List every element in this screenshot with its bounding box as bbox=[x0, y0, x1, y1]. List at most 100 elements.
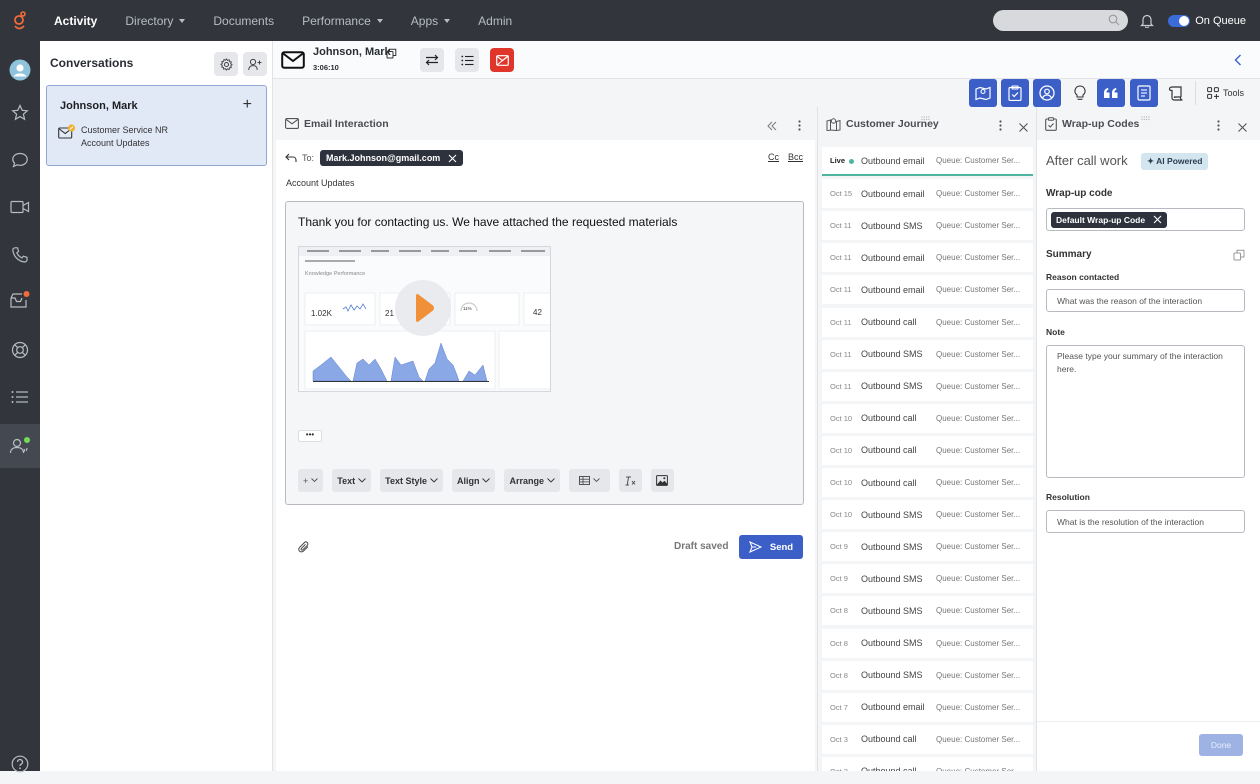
remove-recipient-close-icon[interactable] bbox=[448, 154, 457, 163]
show-more-ellipsis-button[interactable]: ••• bbox=[298, 430, 322, 442]
wrapup-list-button[interactable] bbox=[455, 48, 479, 72]
journey-row[interactable]: Live Outbound email Queue: Customer Ser... bbox=[822, 147, 1033, 176]
list-icon[interactable] bbox=[0, 377, 40, 417]
arrange-menu-button[interactable]: Arrange bbox=[504, 469, 560, 492]
journey-row[interactable]: Oct 11 Outbound SMS Queue: Customer Ser... bbox=[822, 371, 1033, 401]
journey-map-button[interactable] bbox=[969, 79, 997, 107]
copy-icon[interactable] bbox=[386, 46, 397, 64]
journey-date: Oct 10 bbox=[830, 510, 853, 520]
journey-row[interactable]: Oct 10 Outbound SMS Queue: Customer Ser... bbox=[822, 500, 1033, 530]
journey-more-options-icon[interactable] bbox=[999, 118, 1002, 136]
script-scroll-button[interactable] bbox=[1162, 79, 1190, 107]
inbox-icon[interactable] bbox=[0, 280, 40, 320]
journey-row[interactable]: Oct 15 Outbound email Queue: Customer Ser.… bbox=[822, 179, 1033, 209]
email-body-text[interactable]: Thank you for contacting us. We have att… bbox=[298, 215, 677, 229]
bcc-link[interactable]: Bcc bbox=[788, 152, 803, 162]
resolution-input[interactable]: What is the resolution of the interactio… bbox=[1046, 510, 1245, 533]
text-menu-button[interactable]: Text bbox=[332, 469, 372, 492]
text-style-menu-button[interactable]: Text Style bbox=[380, 469, 443, 492]
collapse-panel-chevron-icon[interactable] bbox=[1234, 53, 1242, 71]
journey-row[interactable]: Oct 10 Outbound call Queue: Customer Ser..… bbox=[822, 403, 1033, 433]
lifebuoy-icon[interactable] bbox=[0, 330, 40, 370]
journey-row[interactable]: Oct 3Outbound callQueue: Customer Ser... bbox=[822, 724, 1033, 754]
email-subject[interactable]: Account Updates bbox=[286, 178, 355, 188]
insert-image-button[interactable] bbox=[650, 469, 674, 492]
transfer-button[interactable] bbox=[420, 48, 444, 72]
user-avatar[interactable] bbox=[0, 50, 40, 90]
done-button[interactable]: Done bbox=[1199, 734, 1243, 756]
drag-handle-icon[interactable] bbox=[921, 108, 930, 126]
genesys-logo[interactable] bbox=[0, 0, 40, 41]
add-participant-button[interactable] bbox=[243, 52, 267, 76]
collapse-double-chevron-icon[interactable] bbox=[767, 118, 777, 136]
nav-documents[interactable]: Documents bbox=[199, 14, 288, 28]
journey-row[interactable]: Oct 8 Outbound SMS Queue: Customer Ser... bbox=[822, 628, 1033, 658]
journey-row[interactable]: Oct 9 Outbound SMS Queue: Customer Ser... bbox=[822, 532, 1033, 562]
nav-activity[interactable]: Activity bbox=[40, 14, 111, 28]
wrapup-close-icon[interactable] bbox=[1238, 119, 1247, 137]
journey-interaction-type: Outbound SMS bbox=[861, 509, 923, 520]
journey-row[interactable]: Oct 10 Outbound call Queue: Customer Ser..… bbox=[822, 435, 1033, 465]
journey-row[interactable]: Oct 11 Outbound SMS Queue: Customer Ser... bbox=[822, 339, 1033, 369]
table-menu-button[interactable] bbox=[568, 469, 610, 492]
journey-interaction-type: Outbound call bbox=[861, 477, 917, 488]
journey-row[interactable]: Oct 8 Outbound SMS Queue: Customer Ser... bbox=[822, 596, 1033, 626]
video-attachment-thumbnail[interactable]: Knowledge Performance 1.02K 21 11% 42 bbox=[298, 246, 551, 392]
video-icon[interactable] bbox=[0, 187, 40, 227]
send-button[interactable]: Send bbox=[739, 535, 803, 559]
journey-row[interactable]: Oct 11 Outbound email Queue: Customer Ser.… bbox=[822, 243, 1033, 273]
conversations-settings-button[interactable] bbox=[214, 52, 238, 76]
help-icon[interactable] bbox=[0, 744, 40, 784]
journey-row[interactable]: Oct 7 Outbound email Queue: Customer Ser..… bbox=[822, 692, 1033, 722]
align-menu-button[interactable]: Align bbox=[451, 469, 496, 492]
phone-icon[interactable] bbox=[0, 235, 40, 275]
nav-performance[interactable]: Performance bbox=[288, 14, 397, 28]
clear-formatting-button[interactable] bbox=[618, 469, 642, 492]
journey-row[interactable]: Oct 10 Outbound call Queue: Customer Ser..… bbox=[822, 468, 1033, 497]
attach-file-paperclip-icon[interactable] bbox=[298, 541, 310, 559]
scripts-document-button[interactable] bbox=[1130, 79, 1158, 107]
add-conversation-plus-icon[interactable]: + bbox=[243, 96, 252, 114]
tools-button[interactable]: Tools bbox=[1207, 87, 1244, 99]
insert-menu-button[interactable]: + bbox=[298, 469, 324, 492]
journey-row[interactable]: Oct 8 Outbound SMS Queue: Customer Ser... bbox=[822, 660, 1033, 690]
email-more-options-icon[interactable] bbox=[798, 118, 801, 136]
journey-row[interactable]: Oct 11 Outbound SMS Queue: Customer Ser... bbox=[822, 211, 1033, 241]
wrapup-code-value: Default Wrap-up Code bbox=[1056, 214, 1146, 225]
disconnect-email-button[interactable] bbox=[490, 48, 514, 72]
nav-directory[interactable]: Directory bbox=[111, 14, 199, 28]
wrapup-codes-button[interactable] bbox=[1001, 79, 1029, 107]
journey-row[interactable]: Oct 3Outbound callQueue: Customer Ser... bbox=[822, 756, 1033, 771]
star-icon[interactable] bbox=[0, 93, 40, 133]
note-textarea[interactable]: Please type your summary of the interact… bbox=[1046, 345, 1245, 478]
customer-profile-button[interactable] bbox=[1033, 79, 1061, 107]
notifications-bell-icon[interactable] bbox=[1140, 13, 1155, 28]
wrapup-code-chip[interactable]: Default Wrap-up Code bbox=[1051, 211, 1168, 228]
on-queue-toggle[interactable] bbox=[1168, 14, 1191, 27]
chat-icon[interactable] bbox=[0, 140, 40, 180]
canned-responses-button[interactable] bbox=[1097, 79, 1125, 107]
global-search-input[interactable] bbox=[993, 10, 1129, 31]
copy-summary-icon[interactable] bbox=[1233, 248, 1245, 266]
video-play-button[interactable] bbox=[395, 280, 451, 336]
suggestions-button[interactable] bbox=[1066, 79, 1094, 107]
nav-apps[interactable]: Apps bbox=[397, 14, 464, 28]
journey-close-icon[interactable] bbox=[1019, 119, 1028, 137]
conversation-card[interactable]: Johnson, Mark + Customer Service NR Acco… bbox=[46, 85, 267, 166]
remove-wrapup-code-close-icon[interactable] bbox=[1153, 215, 1162, 224]
cc-link[interactable]: Cc bbox=[768, 152, 779, 162]
email-body-editor[interactable]: Thank you for contacting us. We have att… bbox=[285, 201, 804, 505]
sparkle-icon: ✦ bbox=[1147, 156, 1155, 166]
recipient-chip[interactable]: Mark.Johnson@gmail.com bbox=[320, 150, 464, 166]
journey-interaction-type: Outbound email bbox=[861, 188, 925, 199]
journey-row[interactable]: Oct 11 Outbound email Queue: Customer Ser.… bbox=[822, 275, 1033, 305]
reason-contacted-input[interactable]: What was the reason of the interaction bbox=[1046, 289, 1245, 312]
journey-row[interactable]: Oct 11 Outbound call Queue: Customer Ser..… bbox=[822, 307, 1033, 337]
wrapup-more-options-icon[interactable] bbox=[1217, 118, 1220, 136]
wrapup-code-select[interactable]: Default Wrap-up Code bbox=[1046, 208, 1245, 231]
journey-row[interactable]: Oct 9 Outbound SMS Queue: Customer Ser... bbox=[822, 564, 1033, 594]
agent-status-icon[interactable] bbox=[0, 424, 40, 468]
email-icon bbox=[285, 118, 299, 129]
nav-admin[interactable]: Admin bbox=[464, 14, 526, 28]
drag-handle-icon[interactable] bbox=[1141, 108, 1150, 126]
